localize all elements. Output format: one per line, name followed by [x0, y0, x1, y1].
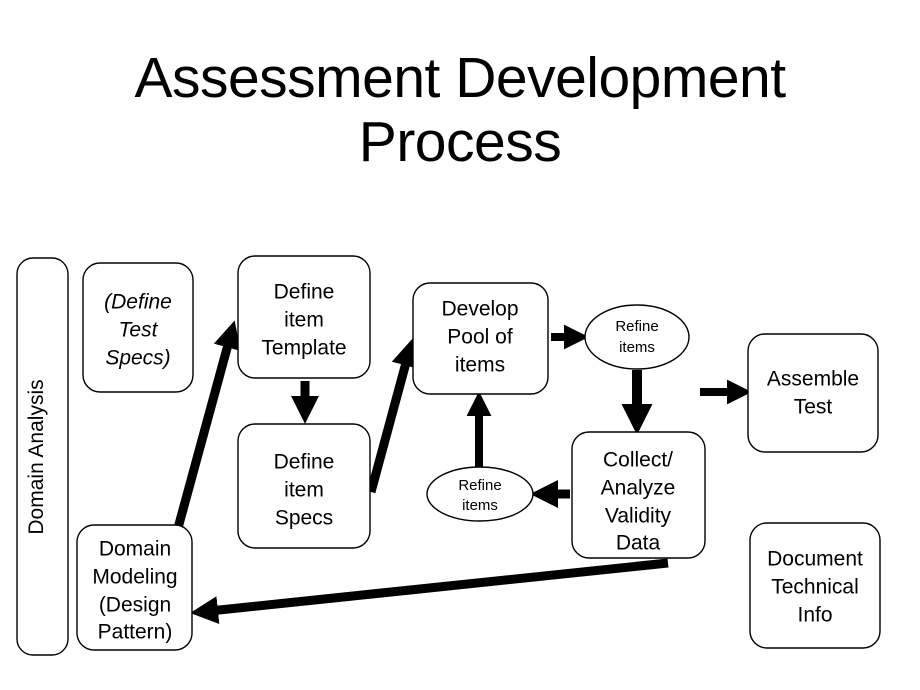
edge-define-item-specs-to-develop-pool: [366, 338, 419, 494]
node-define-item-template-label-line-2: item: [284, 309, 324, 332]
node-collect-analyze-validity-data-label-line-3: Validity: [605, 505, 672, 528]
node-assemble-test[interactable]: Assemble Test: [747, 333, 879, 453]
node-develop-pool-of-items[interactable]: Develop Pool of items: [412, 282, 549, 395]
node-domain-modeling-label-line-2: Modeling: [92, 566, 177, 589]
node-refine-items-bottom[interactable]: Refine items: [426, 466, 534, 522]
node-domain-modeling-label-line-3: (Design: [99, 594, 171, 617]
node-define-test-specs-label-line-3: Specs): [105, 347, 170, 370]
node-define-item-specs-label-line-3: Specs: [275, 507, 333, 530]
node-develop-pool-of-items-label-line-3: items: [455, 354, 505, 377]
phase-bar-label: Domain Analysis: [25, 379, 48, 534]
node-define-test-specs[interactable]: (Define Test Specs): [82, 262, 194, 393]
node-define-item-template-label-line-3: Template: [261, 337, 346, 360]
node-collect-analyze-validity-data-label-line-1: Collect/: [603, 449, 673, 472]
node-define-item-specs[interactable]: Define item Specs: [237, 423, 371, 549]
node-document-technical-info-label-line-3: Info: [797, 604, 832, 627]
edge-collect-analyze-to-domain-modeling: [190, 558, 669, 624]
node-collect-analyze-validity-data-label-line-2: Analyze: [601, 477, 676, 500]
node-refine-items-bottom-label-line-2: items: [462, 497, 498, 514]
node-document-technical-info-label-line-2: Technical: [771, 576, 859, 599]
node-assemble-test-label-line-2: Test: [794, 396, 833, 419]
node-refine-items-top-label-line-1: Refine: [615, 318, 658, 335]
node-domain-modeling[interactable]: Domain Modeling (Design Pattern): [76, 524, 193, 651]
node-assemble-test-label-line-1: Assemble: [767, 368, 859, 391]
node-domain-modeling-label-line-1: Domain: [99, 538, 171, 561]
node-refine-items-top-label-line-2: items: [619, 339, 655, 356]
node-develop-pool-of-items-label-line-1: Develop: [441, 298, 518, 321]
node-define-item-specs-label-line-1: Define: [274, 451, 335, 474]
node-document-technical-info-label-line-1: Document: [767, 548, 863, 571]
node-refine-items-top-shape: [584, 304, 690, 370]
process-flow-diagram: Domain Analysis (Define Test Specs) Doma…: [16, 255, 881, 656]
node-define-item-specs-label-line-2: item: [284, 479, 324, 502]
node-domain-modeling-label-line-4: Pattern): [98, 621, 173, 644]
node-collect-analyze-validity-data-label-line-4: Data: [616, 532, 661, 555]
node-collect-analyze-validity-data[interactable]: Collect/ Analyze Validity Data: [571, 431, 706, 559]
node-define-item-template[interactable]: Define item Template: [237, 255, 371, 379]
node-define-test-specs-label-line-1: (Define: [104, 291, 172, 314]
phase-bar-domain-analysis[interactable]: Domain Analysis: [16, 257, 69, 656]
node-refine-items-top[interactable]: Refine items: [584, 304, 690, 370]
slide-canvas: Assessment Development Process Domain An…: [0, 0, 920, 690]
node-document-technical-info[interactable]: Document Technical Info: [749, 522, 881, 649]
node-assemble-test-shape: [747, 333, 879, 453]
node-define-item-template-label-line-1: Define: [274, 281, 335, 304]
node-refine-items-bottom-label-line-1: Refine: [458, 477, 501, 494]
node-define-test-specs-label-line-2: Test: [119, 319, 159, 342]
node-develop-pool-of-items-label-line-2: Pool of: [447, 326, 513, 349]
